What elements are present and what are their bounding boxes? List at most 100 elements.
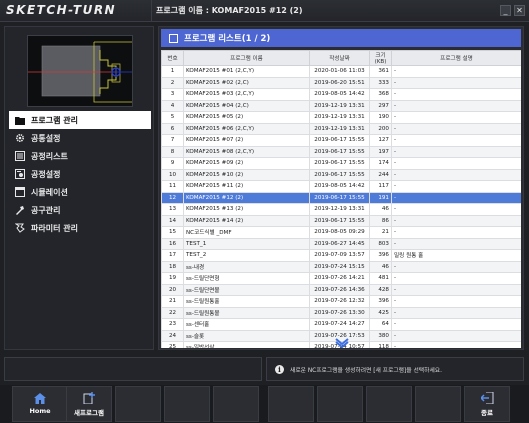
sidebar-item-label: 공정리스트	[31, 151, 68, 161]
table-row[interactable]: 4 KOMAF2015 #04 (2,C) 2019-12-19 13:31 297-	[161, 99, 521, 112]
toolbar-slot-9[interactable]	[415, 386, 461, 422]
toolbar-slot-7[interactable]	[317, 386, 363, 422]
sidebar-item-common-settings[interactable]: 공통설정	[9, 129, 151, 147]
cell-no: 19	[161, 272, 184, 285]
toolbar-slot-5[interactable]	[213, 386, 259, 422]
table-row[interactable]: 11 KOMAF2015 #11 (2) 2019-08-05 14:42 117-	[161, 180, 521, 193]
cell-description: -	[391, 88, 521, 101]
toolbar-slot-6[interactable]	[268, 386, 314, 422]
table-row[interactable]: 14 KOMAF2015 #14 (2) 2019-06-17 15:55 86-	[161, 214, 521, 227]
sidebar-item-simulation[interactable]: 시뮬레이션	[9, 183, 151, 201]
sidebar-item-process-list[interactable]: 공정리스트	[9, 147, 151, 165]
cell-no: 17	[161, 249, 184, 262]
cell-no: 25	[161, 341, 184, 348]
table-row[interactable]: 10 KOMAF2015 #10 (2) 2019-06-17 15:55 244-	[161, 168, 521, 181]
table-row[interactable]: 8 KOMAF2015 #08 (2,C,Y) 2019-06-17 15:55 19…	[161, 145, 521, 158]
app-logo: SKETCH-TURN	[6, 3, 117, 17]
cell-description: -	[391, 76, 521, 89]
table-row[interactable]: 13 KOMAF2015 #13 (2) 2019-12-19 13:31 46-	[161, 203, 521, 216]
column-header-size[interactable]: 크기(KB)	[369, 50, 392, 66]
cell-name: KOMAF2015 #10 (2)	[183, 168, 310, 181]
new-file-icon	[83, 391, 95, 404]
home-button[interactable]: Home	[12, 386, 68, 422]
cell-name: KOMAF2015 #11 (2)	[183, 180, 310, 193]
cell-date: 2019-12-19 13:31	[309, 111, 370, 124]
table-row[interactable]: 12 KOMAF2015 #12 (2) 2019-06-17 15:55 191-	[161, 191, 521, 204]
home-icon	[34, 393, 46, 404]
table-row[interactable]: 23 ss-센터홀 2019-07-24 14:27 64-	[161, 318, 521, 331]
cell-date: 2019-12-19 13:31	[309, 99, 370, 112]
cell-date: 2019-12-19 13:31	[309, 122, 370, 135]
table-row[interactable]: 15 NC코드식별 _DMF 2019-08-05 09:29 21-	[161, 226, 521, 239]
new-program-button[interactable]: 새프로그램	[66, 386, 112, 422]
cell-size: 86	[369, 214, 392, 227]
close-button[interactable]: ✕	[514, 5, 525, 16]
sidebar-item-process-settings[interactable]: 공정설정	[9, 165, 151, 183]
sidebar-item-program-management[interactable]: 프로그램 관리	[9, 111, 151, 129]
cell-date: 2019-07-26 12:32	[309, 295, 370, 308]
column-header-name[interactable]: 프로그램 이름	[183, 50, 310, 66]
cell-size: 396	[369, 249, 392, 262]
sidebar-item-label: 공정설정	[31, 169, 61, 179]
table-row[interactable]: 16 TEST_1 2019-06-27 14:45 803-	[161, 237, 521, 250]
table-row[interactable]: 20 ss-드릴단면볼 2019-07-26 14:36 428-	[161, 283, 521, 296]
sidebar-item-label: 파라미터 관리	[31, 223, 78, 233]
toolpath-drawing	[28, 36, 132, 106]
cell-description: -	[391, 111, 521, 124]
table-row[interactable]: 18 ss-내경 2019-07-24 15:15 46-	[161, 260, 521, 273]
toolbar-slot-8[interactable]	[366, 386, 412, 422]
program-table-container[interactable]: 번호 프로그램 이름 작성날짜 크기(KB) 프로그램 설명 1 KOMAF201…	[161, 50, 521, 348]
cell-date: 2019-06-20 15:51	[309, 76, 370, 89]
sidebar-item-label: 시뮬레이션	[31, 187, 68, 197]
table-row[interactable]: 22 ss-드릴원통볼 2019-07-26 13:30 425-	[161, 306, 521, 319]
scroll-down-icon[interactable]	[335, 338, 349, 348]
cell-size: 244	[369, 168, 392, 181]
cell-no: 3	[161, 88, 184, 101]
table-row[interactable]: 2 KOMAF2015 #02 (2,C) 2019-06-20 15:51 333-	[161, 76, 521, 89]
toolpath-preview	[27, 35, 133, 107]
cell-no: 15	[161, 226, 184, 239]
table-row[interactable]: 1 KOMAF2015 #01 (2,C,Y) 2020-01-06 11:03 36…	[161, 65, 521, 78]
table-row[interactable]: 17 TEST_2 2019-07-09 13:57 396 밀링 원통 홀	[161, 249, 521, 262]
toolbar-slot-4[interactable]	[164, 386, 210, 422]
cell-name: KOMAF2015 #05 (2)	[183, 111, 310, 124]
info-icon: i	[275, 364, 284, 374]
cell-no: 24	[161, 329, 184, 342]
cell-name: KOMAF2015 #04 (2,C)	[183, 99, 310, 112]
cell-description: -	[391, 157, 521, 170]
minimize-button[interactable]: _	[500, 5, 511, 16]
exit-button[interactable]: 종료	[464, 386, 510, 422]
table-row[interactable]: 9 KOMAF2015 #09 (2) 2019-06-17 15:55 174-	[161, 157, 521, 170]
column-header-date[interactable]: 작성날짜	[309, 50, 370, 66]
cell-description: -	[391, 306, 521, 319]
sidebar-item-parameter-management[interactable]: 파라미터 관리	[9, 219, 151, 237]
cell-size: 396	[369, 295, 392, 308]
cell-date: 2019-06-17 15:55	[309, 168, 370, 181]
cell-size: 361	[369, 65, 392, 78]
table-row[interactable]: 6 KOMAF2015 #06 (2,C,Y) 2019-12-19 13:31 20…	[161, 122, 521, 135]
table-row[interactable]: 21 ss-드릴원통홀 2019-07-26 12:32 396-	[161, 295, 521, 308]
column-header-description[interactable]: 프로그램 설명	[391, 50, 521, 66]
cell-name: KOMAF2015 #12 (2)	[183, 191, 310, 204]
cell-description: -	[391, 214, 521, 227]
cell-name: ss-일반선삭	[183, 341, 310, 348]
table-row[interactable]: 5 KOMAF2015 #05 (2) 2019-12-19 13:31 190-	[161, 111, 521, 124]
program-list-title: 프로그램 리스트(1 / 2)	[184, 34, 271, 44]
cell-description: -	[391, 145, 521, 158]
column-header-no[interactable]: 번호	[161, 50, 184, 66]
table-row[interactable]: 19 ss-드릴단면형 2019-07-26 14:21 481-	[161, 272, 521, 285]
cell-name: KOMAF2015 #03 (2,C,Y)	[183, 88, 310, 101]
cell-no: 10	[161, 168, 184, 181]
cell-name: ss-드릴단면볼	[183, 283, 310, 296]
cell-size: 333	[369, 76, 392, 89]
cell-name: KOMAF2015 #09 (2)	[183, 157, 310, 170]
table-row[interactable]: 7 KOMAF2015 #07 (2) 2019-06-17 15:55 127-	[161, 134, 521, 147]
table-row[interactable]: 3 KOMAF2015 #03 (2,C,Y) 2019-08-05 14:42 36…	[161, 88, 521, 101]
sidebar-item-tool-management[interactable]: 공구관리	[9, 201, 151, 219]
cell-size: 21	[369, 226, 392, 239]
home-label: Home	[29, 407, 51, 415]
cell-date: 2019-06-17 15:55	[309, 214, 370, 227]
program-table: 번호 프로그램 이름 작성날짜 크기(KB) 프로그램 설명 1 KOMAF201…	[161, 50, 521, 348]
toolbar-slot-3[interactable]	[115, 386, 161, 422]
cell-size: 46	[369, 260, 392, 273]
